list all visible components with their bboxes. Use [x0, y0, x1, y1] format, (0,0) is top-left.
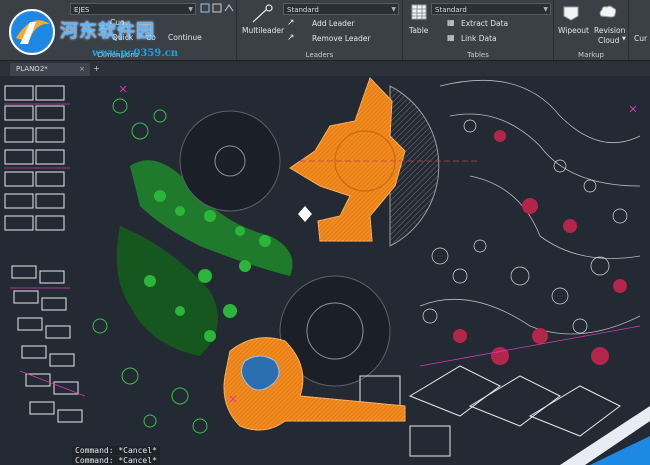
table-style-select[interactable]: Standard ▼ [431, 3, 551, 15]
chevron-down-icon: ▼ [391, 6, 396, 13]
add-leader-button[interactable]: Add Leader [312, 19, 355, 28]
remove-leader-button[interactable]: Remove Leader [312, 34, 371, 43]
dim-continue-label[interactable]: Continue [168, 33, 202, 42]
revision-dropdown-icon[interactable]: ▼ [622, 36, 626, 42]
cur-label[interactable]: Cur [634, 34, 647, 43]
chevron-down-icon: ▼ [543, 6, 548, 13]
wipeout-icon[interactable] [562, 5, 580, 21]
dimension-style-select[interactable]: EJES ▼ [70, 3, 196, 15]
table-icon[interactable] [411, 4, 427, 20]
revision-label[interactable]: Revision [594, 26, 625, 35]
building-blocks [4, 85, 83, 423]
watermark-title: 河东软件园 [60, 21, 155, 42]
tables-panel: Table Standard ▼ ▦ Extract Data ▦ Link D… [403, 0, 554, 60]
command-line-2[interactable]: Command: *Cancel* [72, 456, 160, 465]
cad-drawing [4, 77, 650, 465]
leaders-panel: Multileader Standard ▼ ↗ Add Leader ↗ Re… [237, 0, 403, 60]
dim-toolbar-icons[interactable] [200, 3, 234, 13]
link-data-button[interactable]: Link Data [461, 34, 497, 43]
chevron-down-icon: ▼ [188, 6, 193, 13]
drawing-canvas[interactable]: Command: *Cancel* Command: *Cancel* [0, 76, 650, 465]
dimension-style-value: EJES [74, 6, 90, 14]
leaders-panel-title: Leaders [305, 51, 334, 59]
cloud-label[interactable]: Cloud [598, 36, 619, 45]
link-data-icon[interactable]: ▦ [447, 33, 457, 43]
table-style-value: Standard [435, 6, 467, 14]
document-tab-bar: PLANO2* × + [0, 61, 650, 76]
multileader-label[interactable]: Multileader [242, 26, 284, 35]
revision-cloud-icon[interactable] [598, 5, 618, 19]
add-tab-icon[interactable]: + [93, 64, 100, 73]
tables-panel-title: Tables [467, 51, 489, 59]
extract-data-icon[interactable]: ▦ [447, 18, 457, 28]
watermark-logo [9, 9, 55, 55]
leader-style-value: Standard [287, 6, 319, 14]
multileader-icon[interactable] [251, 4, 273, 24]
watermark-url: www.pc0359.cn [92, 48, 179, 59]
command-line-1: Command: *Cancel* [72, 446, 160, 455]
close-icon[interactable]: × [79, 63, 85, 76]
tab-label: PLANO2* [16, 65, 48, 73]
wipeout-label[interactable]: Wipeout [558, 26, 589, 35]
add-leader-icon[interactable]: ↗ [287, 18, 297, 28]
markup-panel: Wipeout Revision Cloud ▼ Markup [554, 0, 629, 60]
markup-panel-title: Markup [578, 51, 604, 59]
table-label[interactable]: Table [409, 26, 428, 35]
leader-style-select[interactable]: Standard ▼ [283, 3, 399, 15]
remove-leader-icon[interactable]: ↗ [287, 33, 297, 43]
extract-data-button[interactable]: Extract Data [461, 19, 508, 28]
tab-plano2[interactable]: PLANO2* × [10, 63, 90, 76]
